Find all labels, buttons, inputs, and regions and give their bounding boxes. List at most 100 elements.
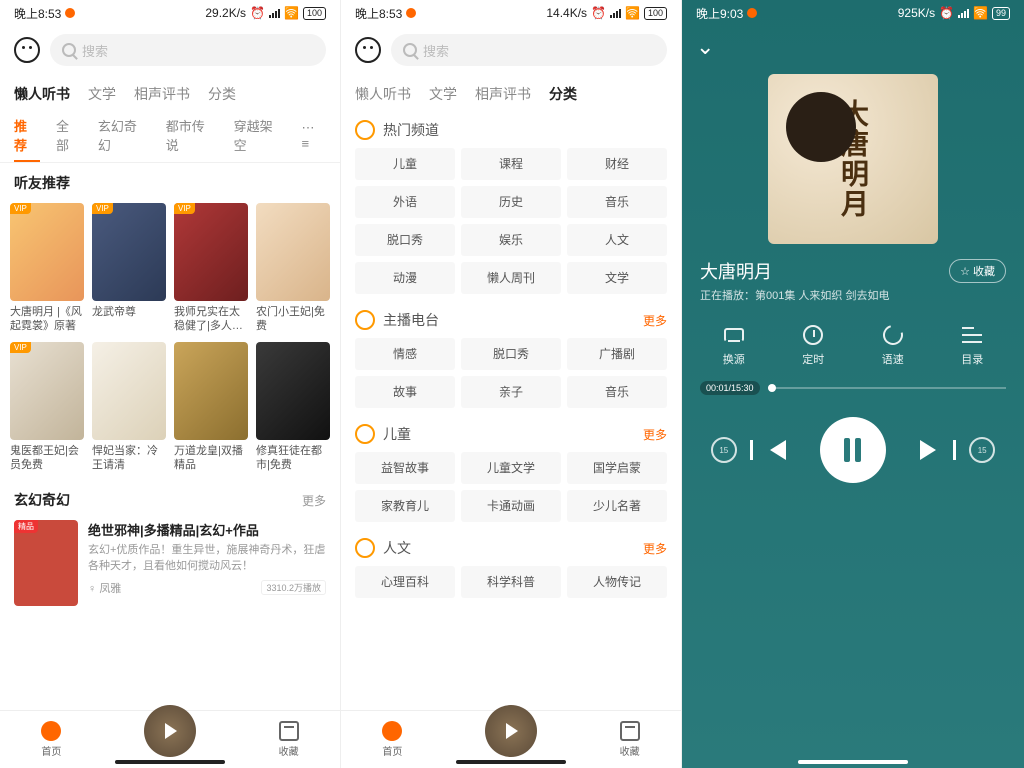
- tab-comedy[interactable]: 相声评书: [134, 84, 190, 104]
- category-chip[interactable]: 故事: [355, 376, 455, 408]
- more-link[interactable]: 更多: [643, 426, 667, 443]
- category-chip[interactable]: 少儿名著: [567, 490, 667, 522]
- subtab-more-icon[interactable]: ⋯≡: [301, 120, 326, 151]
- nav-home[interactable]: 首页: [41, 721, 61, 758]
- pause-button[interactable]: [820, 417, 886, 483]
- bookmark-icon: [620, 721, 640, 741]
- timer-button[interactable]: 定时: [801, 323, 825, 367]
- chevron-down-icon[interactable]: ⌄: [696, 34, 714, 60]
- home-icon: [41, 721, 61, 741]
- source-button[interactable]: 换源: [722, 323, 746, 367]
- nav-fav[interactable]: 收藏: [620, 721, 640, 758]
- bookmark-icon: [279, 721, 299, 741]
- category-chip[interactable]: 亲子: [461, 376, 561, 408]
- category-chip[interactable]: 人文: [567, 224, 667, 256]
- section-fantasy: 玄幻奇幻更多: [0, 480, 340, 512]
- subtab-time[interactable]: 穿越架空: [234, 116, 286, 154]
- category-chip[interactable]: 懒人周刊: [461, 262, 561, 294]
- list-icon: [962, 327, 982, 343]
- cat-radio: 主播电台更多 情感脱口秀广播剧故事亲子音乐: [341, 300, 681, 414]
- status-bar: 晚上8:53 14.4K/s⏰🛜100: [341, 0, 681, 26]
- tab-lazy[interactable]: 懒人听书: [14, 84, 70, 104]
- category-chip[interactable]: 历史: [461, 186, 561, 218]
- book-card[interactable]: 万道龙皇|双播精品: [174, 342, 248, 473]
- category-chip[interactable]: 心理百科: [355, 566, 455, 598]
- forward-15-button[interactable]: 15: [969, 437, 995, 463]
- profile-icon[interactable]: [14, 37, 40, 63]
- home-indicator: [798, 760, 908, 764]
- previous-button[interactable]: [770, 440, 786, 460]
- nav-play[interactable]: [144, 705, 196, 757]
- nav-home[interactable]: 首页: [382, 721, 402, 758]
- main-tabs: 懒人听书 文学 相声评书 分类: [0, 74, 340, 110]
- book-card[interactable]: VIP龙武帝尊: [92, 203, 166, 334]
- category-chip[interactable]: 财经: [567, 148, 667, 180]
- tab-category[interactable]: 分类: [549, 84, 577, 104]
- loop-icon: [724, 328, 744, 342]
- subtab-urban[interactable]: 都市传说: [166, 116, 218, 154]
- book-card[interactable]: VIP我师兄实在太稳健了|多人…: [174, 203, 248, 334]
- rewind-15-button[interactable]: 15: [711, 437, 737, 463]
- book-card[interactable]: 农门小王妃|免费: [256, 203, 330, 334]
- cat-kids: 儿童更多 益智故事儿童文学国学启蒙家教育儿卡通动画少儿名著: [341, 414, 681, 528]
- category-chip[interactable]: 广播剧: [567, 338, 667, 370]
- category-chip[interactable]: 课程: [461, 148, 561, 180]
- book-card[interactable]: VIP大唐明月 |《风起霓裳》原著: [10, 203, 84, 334]
- category-chip[interactable]: 情感: [355, 338, 455, 370]
- category-chip[interactable]: 脱口秀: [355, 224, 455, 256]
- category-chip[interactable]: 娱乐: [461, 224, 561, 256]
- category-chip[interactable]: 动漫: [355, 262, 455, 294]
- playlist-button[interactable]: 目录: [960, 323, 984, 367]
- more-link[interactable]: 更多: [302, 492, 326, 509]
- fire-icon: [355, 120, 375, 140]
- status-bar: 晚上8:53 29.2K/s⏰🛜100: [0, 0, 340, 26]
- nav-play[interactable]: [485, 705, 537, 757]
- category-chip[interactable]: 人物传记: [567, 566, 667, 598]
- section-recommend: 听友推荐: [0, 163, 340, 195]
- category-chip[interactable]: 科学科普: [461, 566, 561, 598]
- cat-human: 人文更多 心理百科科学科普人物传记: [341, 528, 681, 604]
- track-title: 大唐明月: [700, 258, 772, 284]
- next-button[interactable]: [920, 440, 936, 460]
- progress-bar[interactable]: 00:01/15:30: [682, 377, 1024, 399]
- category-chip[interactable]: 文学: [567, 262, 667, 294]
- book-card[interactable]: 悍妃当家：冷王请清: [92, 342, 166, 473]
- cat-hot-grid: 儿童课程财经外语历史音乐脱口秀娱乐人文动漫懒人周刊文学: [355, 148, 667, 294]
- speed-button[interactable]: 语速: [881, 323, 905, 367]
- favorite-button[interactable]: ☆ 收藏: [949, 259, 1006, 283]
- clock-icon: [803, 325, 823, 345]
- tab-category[interactable]: 分类: [208, 84, 236, 104]
- category-chip[interactable]: 国学启蒙: [567, 452, 667, 484]
- cat-kids-grid: 益智故事儿童文学国学启蒙家教育儿卡通动画少儿名著: [355, 452, 667, 522]
- featured-item[interactable]: 精品 绝世邪神|多播精品|玄幻+作品 玄幻+优质作品！重生异世，施展神奇丹术，狂…: [0, 512, 340, 614]
- tab-lit[interactable]: 文学: [88, 84, 116, 104]
- tab-lit[interactable]: 文学: [429, 84, 457, 104]
- search-input[interactable]: 搜索: [50, 34, 326, 66]
- more-link[interactable]: 更多: [643, 312, 667, 329]
- tab-comedy[interactable]: 相声评书: [475, 84, 531, 104]
- speed-icon: [879, 321, 906, 348]
- subtab-all[interactable]: 全部: [56, 116, 82, 154]
- more-link[interactable]: 更多: [643, 540, 667, 557]
- subtab-fantasy[interactable]: 玄幻奇幻: [98, 116, 150, 154]
- category-chip[interactable]: 家教育儿: [355, 490, 455, 522]
- nav-fav[interactable]: 收藏: [279, 721, 299, 758]
- book-card[interactable]: VIP鬼医都王妃|会员免费: [10, 342, 84, 473]
- category-chip[interactable]: 儿童文学: [461, 452, 561, 484]
- profile-icon[interactable]: [355, 37, 381, 63]
- subtab-rec[interactable]: 推荐: [14, 116, 40, 154]
- search-input[interactable]: 搜索: [391, 34, 667, 66]
- category-chip[interactable]: 音乐: [567, 376, 667, 408]
- main-tabs: 懒人听书 文学 相声评书 分类: [341, 74, 681, 110]
- category-chip[interactable]: 音乐: [567, 186, 667, 218]
- tab-lazy[interactable]: 懒人听书: [355, 84, 411, 104]
- cat-human-grid: 心理百科科学科普人物传记: [355, 566, 667, 598]
- category-chip[interactable]: 益智故事: [355, 452, 455, 484]
- category-chip[interactable]: 外语: [355, 186, 455, 218]
- category-chip[interactable]: 卡通动画: [461, 490, 561, 522]
- category-chip[interactable]: 脱口秀: [461, 338, 561, 370]
- book-card[interactable]: 修真狂徒在都市|免费: [256, 342, 330, 473]
- category-chip[interactable]: 儿童: [355, 148, 455, 180]
- kids-icon: [355, 424, 375, 444]
- home-icon: [382, 721, 402, 741]
